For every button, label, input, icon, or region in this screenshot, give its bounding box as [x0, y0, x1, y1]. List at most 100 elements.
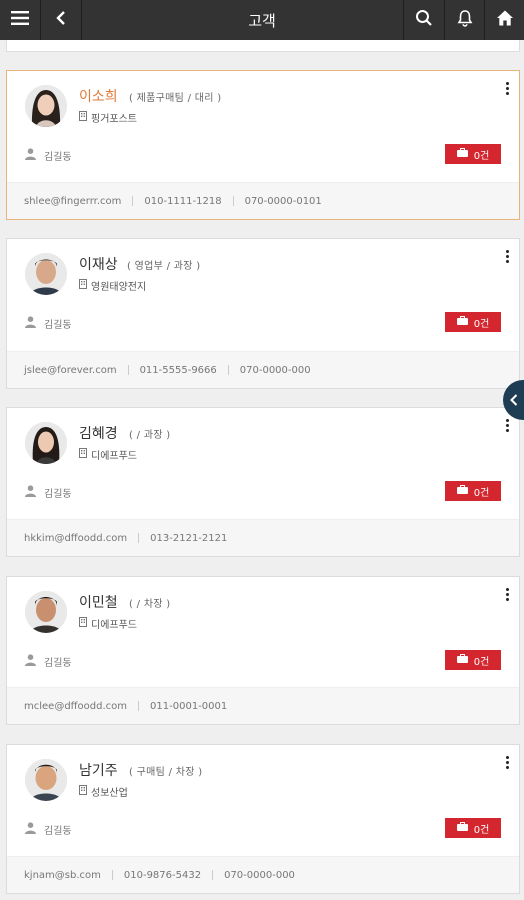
- avatar: [25, 422, 67, 464]
- email-link[interactable]: mclee@dffoodd.com: [24, 701, 127, 712]
- person-icon: [25, 485, 36, 500]
- more-options-icon[interactable]: [503, 81, 511, 97]
- building-icon: [79, 617, 87, 630]
- customer-name[interactable]: 이소희: [79, 86, 118, 106]
- office-phone-link[interactable]: 070-0000-000: [240, 365, 311, 376]
- owner-row: 김길동: [25, 485, 72, 500]
- top-app-bar: 고객: [0, 0, 524, 40]
- office-phone-link[interactable]: 070-0000-0101: [245, 196, 322, 207]
- more-options-icon[interactable]: [503, 587, 511, 603]
- badge-count: 0건: [473, 656, 490, 668]
- contact-footer: jslee@forever.com 011-5555-9666 070-0000…: [7, 351, 519, 388]
- customer-dept-position: ( 구매팀 / 차장 ): [129, 767, 203, 778]
- person-icon: [25, 822, 36, 837]
- company-name: 영원태양전지: [91, 282, 147, 293]
- building-icon: [79, 111, 87, 124]
- count-badge[interactable]: 0건: [445, 312, 501, 332]
- avatar: [25, 85, 67, 127]
- count-badge[interactable]: 0건: [445, 481, 501, 501]
- case-icon: [456, 148, 468, 160]
- bell-icon: [456, 9, 474, 31]
- notifications-button[interactable]: [445, 0, 485, 40]
- case-icon: [456, 485, 468, 497]
- more-options-icon[interactable]: [503, 249, 511, 265]
- company-name: 핑거포스트: [91, 114, 137, 125]
- building-icon: [79, 448, 87, 461]
- office-phone-link[interactable]: 070-0000-000: [224, 870, 295, 881]
- count-badge[interactable]: 0건: [445, 818, 501, 838]
- mobile-phone-link[interactable]: 013-2121-2121: [150, 533, 227, 544]
- owner-name: 김길동: [44, 658, 72, 669]
- case-icon: [456, 654, 468, 666]
- badge-count: 0건: [473, 318, 490, 330]
- person-icon: [25, 316, 36, 331]
- company-name: 디에프푸드: [91, 451, 137, 462]
- search-icon: [415, 9, 433, 31]
- contact-footer: mclee@dffoodd.com 011-0001-0001: [7, 687, 519, 724]
- chevron-left-icon: [55, 10, 67, 30]
- menu-icon: [10, 10, 30, 30]
- owner-row: 김길동: [25, 822, 72, 837]
- case-icon: [456, 822, 468, 834]
- more-options-icon[interactable]: [503, 418, 511, 434]
- home-icon: [496, 9, 514, 31]
- mobile-phone-link[interactable]: 010-1111-1218: [144, 196, 221, 207]
- badge-count: 0건: [473, 150, 490, 162]
- building-icon: [79, 279, 87, 292]
- customer-name[interactable]: 김혜경: [79, 423, 118, 443]
- customer-name[interactable]: 남기주: [79, 760, 118, 780]
- menu-button[interactable]: [0, 0, 40, 40]
- back-button[interactable]: [41, 0, 81, 40]
- customer-name[interactable]: 이민철: [79, 592, 118, 612]
- divider: [81, 0, 82, 40]
- email-link[interactable]: shlee@fingerrr.com: [24, 196, 121, 207]
- contact-footer: hkkim@dffoodd.com 013-2121-2121: [7, 519, 519, 556]
- home-button[interactable]: [485, 0, 524, 40]
- company-row: 성보산업: [79, 784, 128, 799]
- email-link[interactable]: hkkim@dffoodd.com: [24, 533, 127, 544]
- customer-card[interactable]: 이소희 ( 제품구매팀 / 대리 ) 핑거포스트 김길동 0건 shlee@fi…: [6, 70, 520, 220]
- company-name: 성보산업: [91, 788, 128, 799]
- customer-dept-position: ( 제품구매팀 / 대리 ): [129, 93, 222, 104]
- owner-row: 김길동: [25, 654, 72, 669]
- contact-footer: shlee@fingerrr.com 010-1111-1218 070-000…: [7, 182, 519, 219]
- customer-dept-position: ( / 과장 ): [129, 430, 171, 441]
- contact-footer: kjnam@sb.com 010-9876-5432 070-0000-000: [7, 856, 519, 893]
- building-icon: [79, 785, 87, 798]
- avatar: [25, 253, 67, 295]
- count-badge[interactable]: 0건: [445, 144, 501, 164]
- previous-card-remnant: [6, 40, 520, 52]
- owner-row: 김길동: [25, 316, 72, 331]
- owner-name: 김길동: [44, 152, 72, 163]
- company-row: 핑거포스트: [79, 110, 137, 125]
- avatar: [25, 591, 67, 633]
- person-icon: [25, 148, 36, 163]
- customer-card[interactable]: 이재상 ( 영업부 / 과장 ) 영원태양전지 김길동 0건 jslee@for…: [6, 238, 520, 389]
- customer-dept-position: ( 영업부 / 과장 ): [127, 261, 201, 272]
- company-row: 디에프푸드: [79, 447, 137, 462]
- avatar: [25, 759, 67, 801]
- email-link[interactable]: jslee@forever.com: [24, 365, 117, 376]
- mobile-phone-link[interactable]: 011-0001-0001: [150, 701, 227, 712]
- count-badge[interactable]: 0건: [445, 650, 501, 670]
- owner-name: 김길동: [44, 320, 72, 331]
- email-link[interactable]: kjnam@sb.com: [24, 870, 101, 881]
- mobile-phone-link[interactable]: 010-9876-5432: [124, 870, 201, 881]
- customer-card[interactable]: 이민철 ( / 차장 ) 디에프푸드 김길동 0건 mclee@dffoodd.…: [6, 576, 520, 725]
- owner-name: 김길동: [44, 826, 72, 837]
- more-options-icon[interactable]: [503, 755, 511, 771]
- search-button[interactable]: [404, 0, 444, 40]
- customer-card[interactable]: 김혜경 ( / 과장 ) 디에프푸드 김길동 0건 hkkim@dffoodd.…: [6, 407, 520, 557]
- customer-card[interactable]: 남기주 ( 구매팀 / 차장 ) 성보산업 김길동 0건 kjnam@sb.co…: [6, 744, 520, 894]
- chevron-left-icon: [510, 391, 518, 410]
- company-name: 디에프푸드: [91, 620, 137, 631]
- customer-name[interactable]: 이재상: [79, 254, 118, 274]
- case-icon: [456, 316, 468, 328]
- owner-row: 김길동: [25, 148, 72, 163]
- company-row: 영원태양전지: [79, 278, 146, 293]
- badge-count: 0건: [473, 487, 490, 499]
- person-icon: [25, 654, 36, 669]
- owner-name: 김길동: [44, 489, 72, 500]
- badge-count: 0건: [473, 824, 490, 836]
- mobile-phone-link[interactable]: 011-5555-9666: [140, 365, 217, 376]
